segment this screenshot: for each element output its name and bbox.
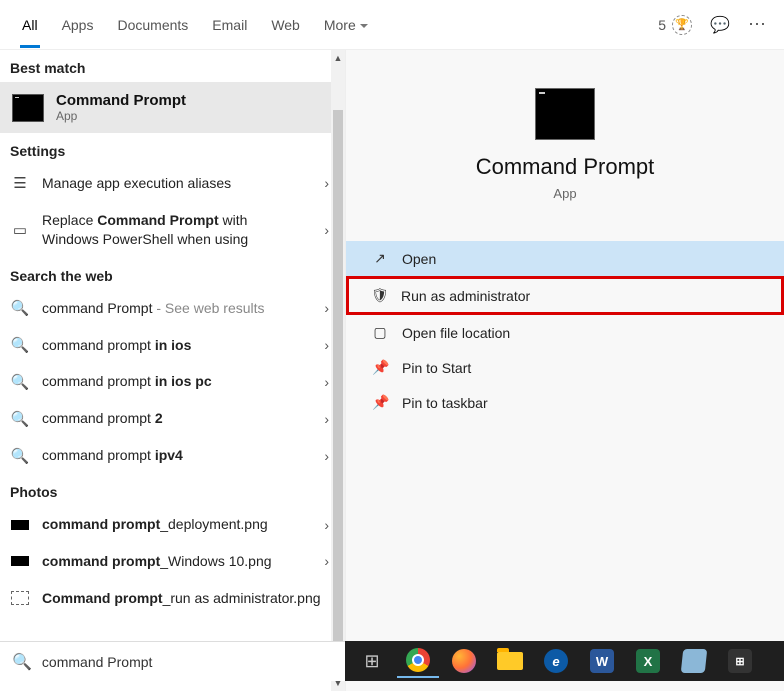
tab-more[interactable]: More [312,3,380,47]
preview-type: App [346,186,784,201]
feedback-icon[interactable]: 💬 [710,15,730,35]
tab-email[interactable]: Email [200,3,259,47]
rewards-count: 5 [658,17,666,33]
filter-tabs: All Apps Documents Email Web More 5 🏆 💬 … [0,0,784,50]
web-result-5[interactable]: 🔍 command prompt ipv4 › [0,437,345,474]
highlight-annotation: 🛡 Run as administrator [346,276,784,315]
search-icon: 🔍 [10,447,30,465]
task-view-button[interactable]: ⊞ [351,644,393,678]
action-open[interactable]: ↗ Open [346,241,784,276]
photo-result-1[interactable]: command prompt_deployment.png › [0,506,345,543]
command-prompt-icon [12,94,44,122]
scrollbar-thumb[interactable] [333,110,343,650]
taskbar-chrome[interactable] [397,644,439,678]
web-result-3[interactable]: 🔍 command prompt in ios pc › [0,363,345,400]
more-options-icon[interactable]: ⋯ [748,14,768,35]
action-open-file-location[interactable]: ▢ Open file location [346,315,784,350]
best-match-result[interactable]: Command Prompt App [0,82,345,133]
section-best-match: Best match [0,50,345,82]
list-icon: ☰ [10,174,30,192]
taskbar-firefox[interactable] [443,644,485,678]
search-icon: 🔍 [12,652,32,672]
open-icon: ↗ [372,250,388,267]
action-pin-to-start[interactable]: 📌 Pin to Start [346,350,784,385]
terminal-icon: ▭ [10,221,30,239]
tab-apps[interactable]: Apps [50,3,106,47]
taskbar-edge-legacy[interactable]: e [535,644,577,678]
section-settings: Settings [0,133,345,165]
search-icon: 🔍 [10,410,30,428]
pin-icon: 📌 [372,359,388,376]
taskbar-notepad[interactable] [673,644,715,678]
photo-result-2[interactable]: command prompt_Windows 10.png › [0,543,345,580]
action-pin-to-taskbar[interactable]: 📌 Pin to taskbar [346,385,784,420]
section-search-web: Search the web [0,258,345,290]
taskbar-calculator[interactable]: ⊞ [719,644,761,678]
tab-documents[interactable]: Documents [105,3,200,47]
command-prompt-icon [535,88,595,140]
rewards-indicator[interactable]: 5 🏆 [658,15,692,35]
folder-icon: ▢ [372,324,388,341]
taskbar-file-explorer[interactable] [489,644,531,678]
tab-all[interactable]: All [10,3,50,47]
image-icon [10,520,30,530]
search-bar[interactable]: 🔍 [0,641,345,681]
search-icon: 🔍 [10,336,30,354]
settings-replace-cmd[interactable]: ▭ Replace Command Prompt with Windows Po… [0,202,345,258]
preview-title: Command Prompt [346,154,784,180]
admin-icon: 🛡 [371,287,387,304]
image-icon [10,556,30,566]
best-match-title: Command Prompt [56,92,186,109]
search-input[interactable] [42,654,333,670]
web-result-4[interactable]: 🔍 command prompt 2 › [0,400,345,437]
section-photos: Photos [0,474,345,506]
best-match-type: App [56,109,186,123]
taskbar-word[interactable]: W [581,644,623,678]
scrollbar[interactable]: ▲ ▼ [331,50,345,691]
settings-execution-aliases[interactable]: ☰ Manage app execution aliases › [0,165,345,202]
taskbar-excel[interactable]: X [627,644,669,678]
preview-panel: Command Prompt App ↗ Open 🛡 Run as admin… [345,50,784,691]
web-result-1[interactable]: 🔍 command Prompt - See web results › [0,290,345,327]
results-panel: Best match Command Prompt App Settings ☰… [0,50,345,691]
taskbar: ⊞ e W X ⊞ [345,641,784,681]
web-result-2[interactable]: 🔍 command prompt in ios › [0,327,345,364]
tab-web[interactable]: Web [259,3,312,47]
search-icon: 🔍 [10,299,30,317]
scroll-up-icon[interactable]: ▲ [331,50,345,66]
image-icon [10,591,30,605]
trophy-icon: 🏆 [672,15,692,35]
pin-icon: 📌 [372,394,388,411]
action-run-as-admin[interactable]: 🛡 Run as administrator [371,284,759,307]
search-icon: 🔍 [10,373,30,391]
photo-result-3[interactable]: Command prompt_run as administrator.png [0,580,345,617]
